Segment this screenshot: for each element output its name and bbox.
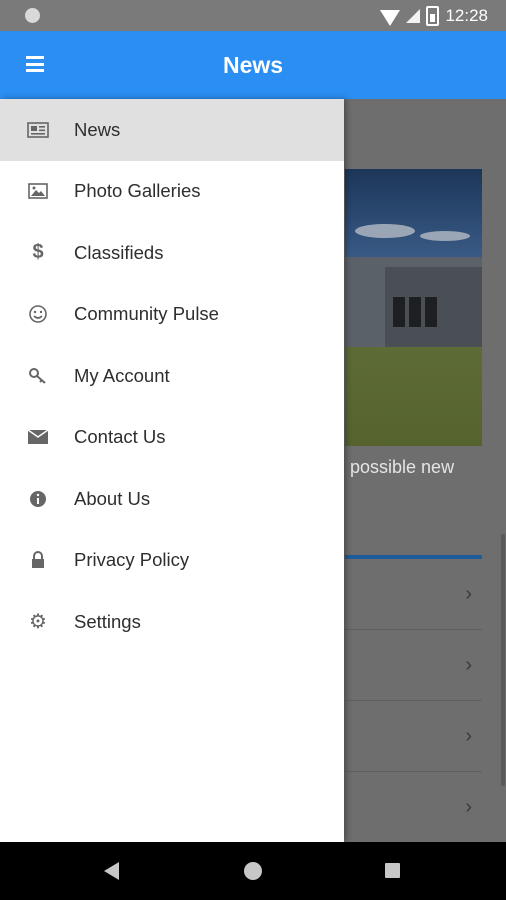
notification-dot-icon: [25, 8, 40, 23]
image-icon: [27, 180, 49, 202]
drawer-item-label: About Us: [74, 487, 151, 509]
drawer-item-label: News: [74, 118, 121, 140]
drawer-item-label: Classifieds: [74, 241, 164, 263]
scrollbar[interactable]: [501, 534, 505, 786]
app-bar: News: [0, 31, 506, 99]
key-icon: [27, 365, 49, 387]
drawer-item-label: Photo Galleries: [74, 180, 201, 202]
gear-icon: ⚙: [29, 611, 47, 634]
drawer-item-privacy-policy[interactable]: Privacy Policy: [0, 530, 344, 592]
drawer-item-label: Community Pulse: [74, 303, 219, 325]
navigation-drawer: News Photo Galleries $ Classifieds Commu…: [0, 99, 344, 842]
status-bar: 12:28: [0, 0, 506, 31]
chevron-right-icon: ›: [465, 654, 472, 676]
battery-icon: [426, 6, 440, 26]
drawer-item-my-account[interactable]: My Account: [0, 345, 344, 407]
smiley-icon: [27, 303, 49, 325]
drawer-item-settings[interactable]: ⚙ Settings: [0, 591, 344, 653]
chevron-right-icon: ›: [465, 725, 472, 747]
list-item[interactable]: ›: [345, 772, 482, 843]
recent-apps-icon[interactable]: [385, 863, 400, 878]
list-item[interactable]: ›: [345, 701, 482, 772]
drawer-item-news[interactable]: News: [0, 99, 344, 161]
list-item[interactable]: ›: [345, 630, 482, 701]
status-time: 12:28: [445, 6, 488, 25]
drawer-item-contact-us[interactable]: Contact Us: [0, 407, 344, 469]
drawer-item-about-us[interactable]: About Us: [0, 468, 344, 530]
system-navigation-bar: [0, 842, 506, 900]
back-icon[interactable]: [104, 862, 119, 880]
article-photo[interactable]: [345, 169, 482, 446]
drawer-item-label: My Account: [74, 364, 170, 386]
envelope-icon: [27, 426, 49, 448]
chevron-right-icon: ›: [465, 583, 472, 605]
signal-icon: [406, 9, 421, 23]
drawer-item-label: Contact Us: [74, 426, 166, 448]
drawer-item-photo-galleries[interactable]: Photo Galleries: [0, 161, 344, 223]
home-icon[interactable]: [244, 862, 262, 880]
dollar-icon: $: [32, 241, 44, 264]
info-icon: [27, 488, 49, 510]
newspaper-icon: [27, 119, 49, 141]
status-icons: 12:28: [380, 5, 488, 27]
page-title: News: [222, 52, 284, 78]
drawer-item-community-pulse[interactable]: Community Pulse: [0, 284, 344, 346]
lock-icon: [27, 549, 49, 571]
drawer-item-classifieds[interactable]: $ Classifieds: [0, 222, 344, 284]
drawer-item-label: Settings: [74, 610, 141, 632]
wifi-icon: [380, 10, 401, 26]
chevron-right-icon: ›: [465, 796, 472, 818]
article-caption[interactable]: possible new: [350, 457, 454, 478]
list-item[interactable]: ›: [345, 559, 482, 630]
drawer-item-label: Privacy Policy: [74, 549, 190, 571]
